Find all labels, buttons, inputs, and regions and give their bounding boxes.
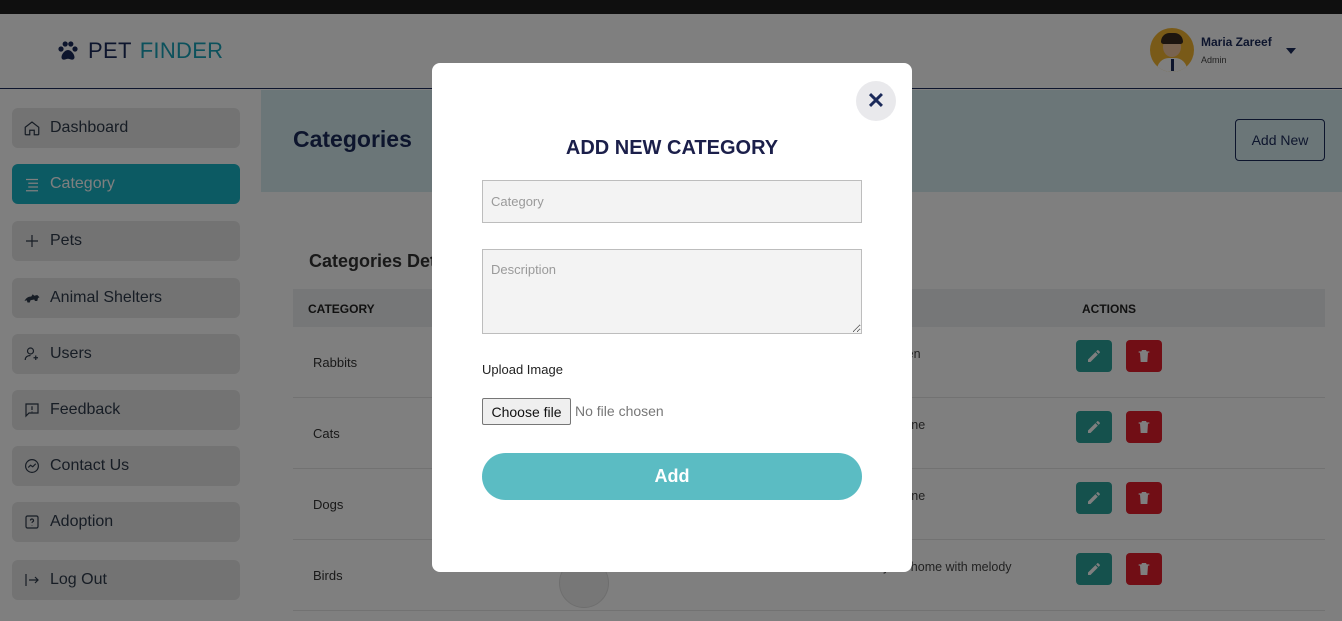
add-category-modal: ✕ ADD NEW CATEGORY Upload Image Choose f… bbox=[432, 63, 912, 572]
no-file-status: No file chosen bbox=[575, 403, 664, 419]
upload-image-label: Upload Image bbox=[482, 362, 563, 377]
description-textarea[interactable] bbox=[482, 249, 862, 334]
add-button[interactable]: Add bbox=[482, 453, 862, 500]
modal-title: ADD NEW CATEGORY bbox=[565, 137, 779, 159]
close-icon[interactable]: ✕ bbox=[856, 81, 896, 121]
category-input[interactable] bbox=[482, 180, 862, 223]
choose-file-button[interactable]: Choose file bbox=[482, 398, 571, 425]
